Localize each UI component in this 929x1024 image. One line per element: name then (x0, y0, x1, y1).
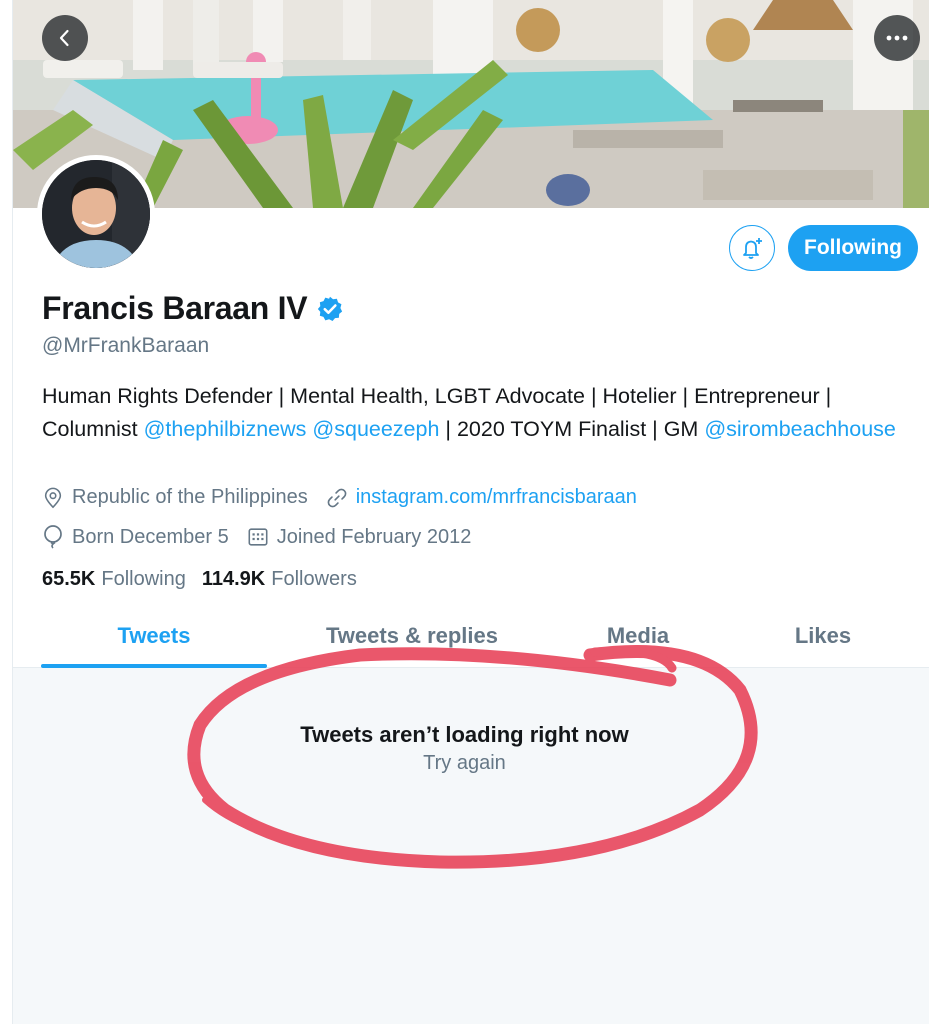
profile-name: Francis Baraan IV (42, 290, 308, 326)
joined-text: Joined February 2012 (276, 525, 472, 548)
more-icon (886, 35, 908, 41)
website-item[interactable]: instagram.com/mrfrancisbaraan (326, 486, 637, 509)
profile-bio: Human Rights Defender | Mental Health, L… (42, 380, 922, 446)
back-button[interactable] (42, 15, 88, 61)
birthday-balloon-icon (44, 525, 62, 549)
followers-count-label: Followers (271, 568, 357, 590)
bio-mention-link[interactable]: @sirombeachhouse (704, 417, 896, 441)
tab-tweets-and-replies[interactable]: Tweets & replies (283, 604, 541, 668)
tab-tweets[interactable]: Tweets (41, 604, 267, 668)
following-count-label: Following (101, 568, 186, 590)
banner-photo (13, 0, 929, 208)
following-count: 65.5K (42, 568, 96, 590)
profile-meta-row: Republic of the Philippines instagram.co… (42, 486, 655, 509)
feed-error-message: Tweets aren’t loading right now (300, 722, 629, 747)
avatar-photo (42, 160, 150, 268)
tab-media[interactable]: Media (553, 604, 723, 668)
verified-badge-icon (318, 296, 343, 321)
joined-item: Joined February 2012 (247, 525, 472, 549)
website-link[interactable]: instagram.com/mrfrancisbaraan (356, 486, 637, 509)
profile-name-row: Francis Baraan IV (42, 290, 344, 327)
bio-mention-link[interactable]: @squeezeph (312, 417, 439, 441)
back-arrow-icon (59, 29, 69, 47)
location-icon (44, 487, 62, 508)
profile-meta-row: Born December 5 Joined February 2012 (42, 525, 489, 549)
profile-banner[interactable] (13, 0, 929, 208)
bio-mention-link[interactable]: @thephilbiznews (144, 417, 307, 441)
followers-count: 114.9K (201, 568, 266, 590)
location-item: Republic of the Philippines (42, 486, 308, 509)
birthday-text: Born December 5 (72, 525, 229, 548)
calendar-icon (248, 528, 268, 546)
notification-bell-icon (743, 238, 762, 259)
avatar[interactable] (37, 155, 155, 273)
location-text: Republic of the Philippines (72, 486, 308, 508)
birthday-item: Born December 5 (42, 525, 229, 549)
link-icon (327, 488, 347, 507)
profile-screen: Following Francis Baraan IV @MrFrankBara… (12, 0, 929, 1024)
follow-counts: 65.5K Following 114.9K Followers (42, 568, 373, 591)
following-button[interactable]: Following (788, 225, 918, 271)
followers-count-link[interactable]: 114.9K Followers (202, 568, 357, 591)
more-options-button[interactable] (874, 15, 920, 61)
notification-button[interactable] (729, 225, 775, 271)
bio-text: | 2020 TOYM Finalist | GM (439, 417, 705, 441)
profile-tabs: Tweets Tweets & replies Media Likes (13, 604, 929, 668)
try-again-link[interactable]: Try again (0, 752, 929, 775)
profile-handle: @MrFrankBaraan (42, 334, 210, 357)
following-count-link[interactable]: 65.5K Following (42, 568, 186, 591)
tab-likes[interactable]: Likes (733, 604, 913, 668)
